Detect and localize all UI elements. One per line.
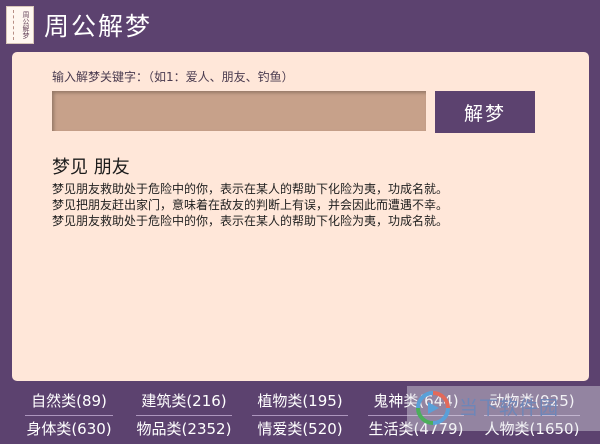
result-line: 梦见朋友救助处于危险中的你，表示在某人的帮助下化险为夷，功成名就。 [52, 214, 449, 228]
main-panel: 输入解梦关键字：（如1：爱人、朋友、钓鱼） 解梦 梦见 朋友 梦见朋友救助处于危… [12, 52, 589, 381]
result-title: 梦见 朋友 [52, 157, 130, 178]
result-line: 梦见把朋友赶出家门，意味着在敌友的判断上有误，并会因此而遭遇不幸。 [52, 198, 449, 212]
logo-text: 周公解梦 [22, 11, 30, 39]
category-link-body[interactable]: 身体类(630) [25, 416, 113, 444]
book-logo-icon: 周公解梦 [6, 6, 34, 44]
category-link-love[interactable]: 情爱类(520) [252, 416, 348, 444]
search-hint: 输入解梦关键字：（如1：爱人、朋友、钓鱼） [52, 70, 294, 84]
result-text: 梦见朋友救助处于危险中的你，表示在某人的帮助下化险为夷，功成名就。 梦见把朋友赶… [52, 181, 572, 229]
watermark-text: 当下软件园 [459, 397, 560, 419]
interpret-dream-button[interactable]: 解梦 [435, 91, 535, 133]
book-binding [9, 10, 14, 40]
category-link-architecture[interactable]: 建筑类(216) [136, 388, 232, 416]
watermark: 当下软件园 [407, 386, 600, 431]
search-input[interactable] [52, 91, 426, 131]
app-header: 周公解梦 周公解梦 [0, 0, 600, 50]
app-title: 周公解梦 [44, 12, 153, 41]
result-line: 梦见朋友救助处于危险中的你，表示在某人的帮助下化险为夷，功成名就。 [52, 182, 449, 196]
category-link-plants[interactable]: 植物类(195) [252, 388, 348, 416]
download-site-logo-icon [416, 391, 450, 425]
category-link-objects[interactable]: 物品类(2352) [131, 416, 237, 444]
category-link-nature[interactable]: 自然类(89) [25, 388, 113, 416]
